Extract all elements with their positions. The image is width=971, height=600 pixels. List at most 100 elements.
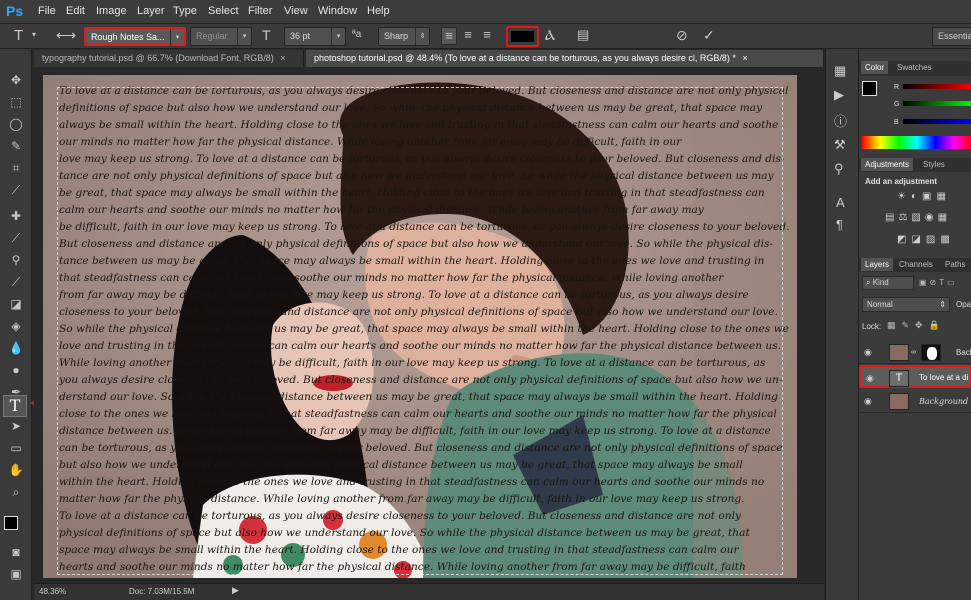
menu-file[interactable]: File — [38, 5, 56, 17]
font-family-select[interactable]: Rough Notes Sa... ▾ — [84, 27, 186, 46]
layer-row-text[interactable]: ◉ T To love at a di — [859, 365, 971, 388]
character-panel-icon[interactable]: ▤ — [577, 27, 589, 43]
clone-stamp-tool-icon[interactable]: ⚲ — [6, 251, 26, 269]
menu-filter[interactable]: Filter — [248, 5, 272, 17]
commit-edits-icon[interactable]: ✓ — [703, 27, 715, 44]
menu-help[interactable]: Help — [367, 5, 390, 17]
menu-window[interactable]: Window — [318, 5, 357, 17]
actions-icon[interactable]: ▶ — [834, 87, 844, 103]
marquee-tool-icon[interactable]: ⬚ — [6, 93, 26, 111]
tools-panel: ✥ ⬚ ◯ ✎ ⌗ ⟋ ✚ ⟋ ⚲ ⟋ ◪ ◈ 💧 ● ✒ T ➤ ▭ ✋ ⌕ … — [0, 49, 32, 600]
zoom-tool-icon[interactable]: ⌕ — [6, 483, 26, 501]
path-selection-tool-icon[interactable]: ➤ — [6, 417, 26, 435]
channel-b-slider[interactable] — [903, 119, 971, 124]
healing-brush-tool-icon[interactable]: ✚ — [6, 207, 26, 225]
eye-icon[interactable]: ◉ — [866, 373, 878, 383]
layer-filter-select[interactable]: ⌕ Kind — [862, 276, 914, 290]
layer-thumbnail — [889, 344, 909, 361]
panels-column: Color Swatches R G B Adjustments Styles … — [858, 49, 971, 600]
chevron-down-icon[interactable]: ▾ — [32, 30, 36, 39]
dodge-tool-icon[interactable]: ● — [6, 361, 26, 379]
tab-swatches[interactable]: Swatches — [893, 61, 936, 74]
lock-icons[interactable]: ▦✎✥🔒 — [887, 320, 971, 330]
adjustment-icons-row-1[interactable]: ☀◐▣▦ — [897, 191, 971, 203]
hand-tool-icon[interactable]: ✋ — [6, 461, 26, 479]
lasso-tool-icon[interactable]: ◯ — [6, 115, 26, 133]
brush-presets-icon[interactable]: ⚒ — [834, 137, 846, 153]
move-tool-icon[interactable]: ✥ — [6, 71, 26, 89]
color-spectrum[interactable] — [862, 136, 971, 149]
tab-layers[interactable]: Layers — [861, 258, 894, 271]
status-menu-icon[interactable]: ▶ — [232, 585, 239, 596]
quick-mask-icon[interactable]: ◙ — [6, 543, 26, 561]
menu-type[interactable]: Type — [173, 5, 197, 17]
layer-filter-icons[interactable]: ▣⊘T▭ — [919, 278, 971, 288]
paragraph-icon[interactable]: ¶ — [836, 217, 843, 232]
antialias-value: Sharp — [384, 31, 409, 41]
close-icon[interactable]: × — [742, 53, 747, 63]
tab-typography-tutorial[interactable]: typography tutorial.psd @ 66.7% (Downloa… — [34, 50, 304, 67]
chain-icon[interactable]: ∞ — [911, 349, 916, 356]
menu-select[interactable]: Select — [208, 5, 239, 17]
brush-tool-icon[interactable]: ⟋ — [6, 229, 26, 247]
opacity-label: Opa — [956, 300, 971, 309]
blend-mode-select[interactable]: Normal ⇕ — [862, 297, 950, 312]
shape-tool-icon[interactable]: ▭ — [6, 439, 26, 457]
layer-row-back[interactable]: ◉ ∞ Back — [859, 341, 971, 364]
zoom-level[interactable]: 48.36% — [39, 587, 66, 596]
workspace-select[interactable]: Essentia — [932, 27, 971, 46]
text-bounding-box[interactable] — [57, 87, 783, 575]
adjustment-icons-row-3[interactable]: ◩◪▨▩ — [897, 234, 971, 246]
text-color-swatch[interactable] — [506, 26, 539, 47]
eyedropper-tool-icon[interactable]: ⟋ — [6, 181, 26, 199]
menu-view[interactable]: View — [284, 5, 308, 17]
blur-tool-icon[interactable]: 💧 — [6, 339, 26, 357]
tab-color[interactable]: Color — [861, 61, 889, 74]
history-icon[interactable]: ▦ — [834, 63, 846, 79]
tab-photoshop-tutorial[interactable]: photoshop tutorial.psd @ 48.4% (To love … — [306, 50, 824, 67]
crop-tool-icon[interactable]: ⌗ — [6, 159, 26, 177]
menu-layer[interactable]: Layer — [137, 5, 165, 17]
channel-r-slider[interactable] — [903, 84, 971, 89]
options-bar: T ▾ ⟷ Rough Notes Sa... ▾ Regular ▾ T 36… — [0, 24, 971, 49]
cancel-edits-icon[interactable]: ⊘ — [676, 27, 688, 44]
foreground-color-chip[interactable] — [862, 81, 877, 96]
adjustment-icons-row-2[interactable]: ▤⚖▧◉▦ — [885, 212, 971, 224]
menu-edit[interactable]: Edit — [66, 5, 85, 17]
close-icon[interactable]: × — [280, 53, 285, 63]
info-icon[interactable]: ⓘ — [834, 111, 847, 130]
layer-filter-value: Kind — [872, 278, 889, 287]
font-style-select[interactable]: Regular ▾ — [190, 27, 252, 46]
layer-row-background[interactable]: ◉ Background — [859, 390, 971, 413]
layer-mask-thumbnail[interactable] — [921, 344, 941, 361]
history-brush-tool-icon[interactable]: ⟋ — [6, 273, 26, 291]
channel-g-slider[interactable] — [903, 101, 971, 106]
foreground-color-swatch[interactable] — [4, 516, 18, 530]
character-icon[interactable]: A — [836, 195, 845, 210]
tab-adjustments[interactable]: Adjustments — [861, 158, 914, 171]
toggle-text-orientation-icon[interactable]: ⟷ — [56, 27, 76, 44]
eraser-tool-icon[interactable]: ◪ — [6, 295, 26, 313]
align-left-icon[interactable]: ≡ — [441, 27, 457, 45]
warp-text-icon[interactable]: Ⲁ — [545, 27, 555, 44]
menu-image[interactable]: Image — [96, 5, 127, 17]
clone-source-icon[interactable]: ⚲ — [834, 161, 844, 177]
tab-paths[interactable]: Paths — [941, 258, 969, 271]
tab-channels[interactable]: Channels — [895, 258, 937, 271]
type-tool-preset-icon[interactable]: T — [14, 27, 23, 44]
layers-panel-tabs: Layers Channels Paths — [859, 258, 971, 272]
antialias-select[interactable]: Sharp ⇕ — [378, 27, 430, 46]
tab-styles[interactable]: Styles — [919, 158, 949, 171]
eye-icon[interactable]: ◉ — [864, 396, 876, 406]
type-tool-icon[interactable]: T — [3, 395, 27, 417]
document-canvas[interactable]: To love at a distance can be torturous, … — [43, 75, 797, 578]
quick-selection-tool-icon[interactable]: ✎ — [6, 137, 26, 155]
align-right-icon[interactable]: ≡ — [479, 27, 495, 42]
eye-icon[interactable]: ◉ — [864, 347, 876, 357]
font-size-select[interactable]: 36 pt ▾ — [284, 27, 346, 46]
adjustments-panel-tabs: Adjustments Styles — [859, 158, 971, 172]
align-center-icon[interactable]: ≡ — [460, 27, 476, 42]
font-size-value: 36 pt — [290, 31, 311, 41]
paint-bucket-tool-icon[interactable]: ◈ — [6, 317, 26, 335]
screen-mode-icon[interactable]: ▣ — [6, 565, 26, 583]
